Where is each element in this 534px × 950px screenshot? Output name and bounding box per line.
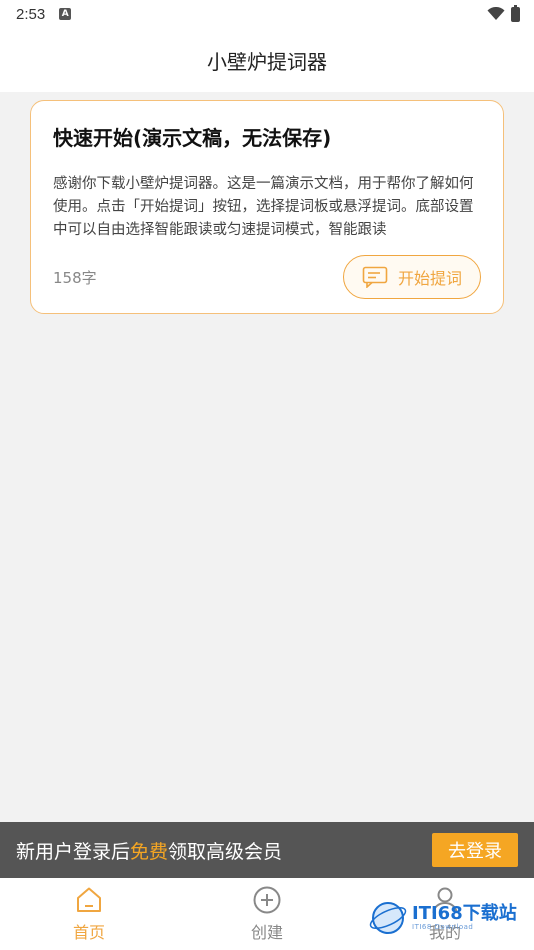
login-promo-text: 新用户登录后免费领取高级会员 bbox=[16, 837, 282, 864]
battery-icon bbox=[511, 4, 520, 22]
status-icons bbox=[487, 4, 520, 22]
status-bar: 2:53 A bbox=[0, 0, 534, 28]
tab-home[interactable]: 首页 bbox=[0, 878, 178, 950]
user-icon bbox=[432, 887, 458, 914]
notification-a-icon: A bbox=[59, 8, 72, 20]
login-promo-bar: 新用户登录后免费领取高级会员 去登录 bbox=[0, 822, 534, 878]
page-title: 小壁炉提词器 bbox=[207, 49, 327, 74]
promo-suffix: 领取高级会员 bbox=[168, 840, 283, 863]
bottom-tab-bar: 首页 创建 我的 bbox=[0, 878, 534, 950]
char-count: 158字 bbox=[53, 268, 97, 287]
script-preview: 感谢你下载小壁炉提词器。这是一篇演示文档，用于帮你了解如何使用。点击「开始提词」… bbox=[53, 176, 474, 238]
script-title: 快速开始(演示文稿，无法保存) bbox=[53, 126, 332, 150]
promo-highlight: 免费 bbox=[130, 840, 169, 863]
status-time: 2:53 bbox=[16, 5, 46, 23]
tab-create-label: 创建 bbox=[250, 923, 283, 942]
wifi-icon bbox=[487, 7, 505, 20]
tab-home-label: 首页 bbox=[72, 923, 105, 942]
script-card-footer: 158字 开始提词 bbox=[53, 255, 481, 299]
plus-circle-icon bbox=[253, 886, 281, 914]
home-icon bbox=[77, 887, 101, 912]
start-prompt-label: 开始提词 bbox=[397, 269, 462, 288]
script-card[interactable]: 快速开始(演示文稿，无法保存) 感谢你下载小壁炉提词器。这是一篇演示文档，用于帮… bbox=[30, 100, 504, 314]
tab-mine-label: 我的 bbox=[428, 923, 461, 942]
tab-create[interactable]: 创建 bbox=[178, 878, 356, 950]
start-prompt-button[interactable]: 开始提词 bbox=[343, 255, 481, 299]
prompter-icon bbox=[362, 266, 388, 288]
app-bar: 小壁炉提词器 bbox=[0, 28, 534, 92]
login-button[interactable]: 去登录 bbox=[432, 833, 518, 867]
promo-prefix: 新用户登录后 bbox=[16, 840, 131, 863]
tab-mine[interactable]: 我的 bbox=[356, 878, 534, 950]
